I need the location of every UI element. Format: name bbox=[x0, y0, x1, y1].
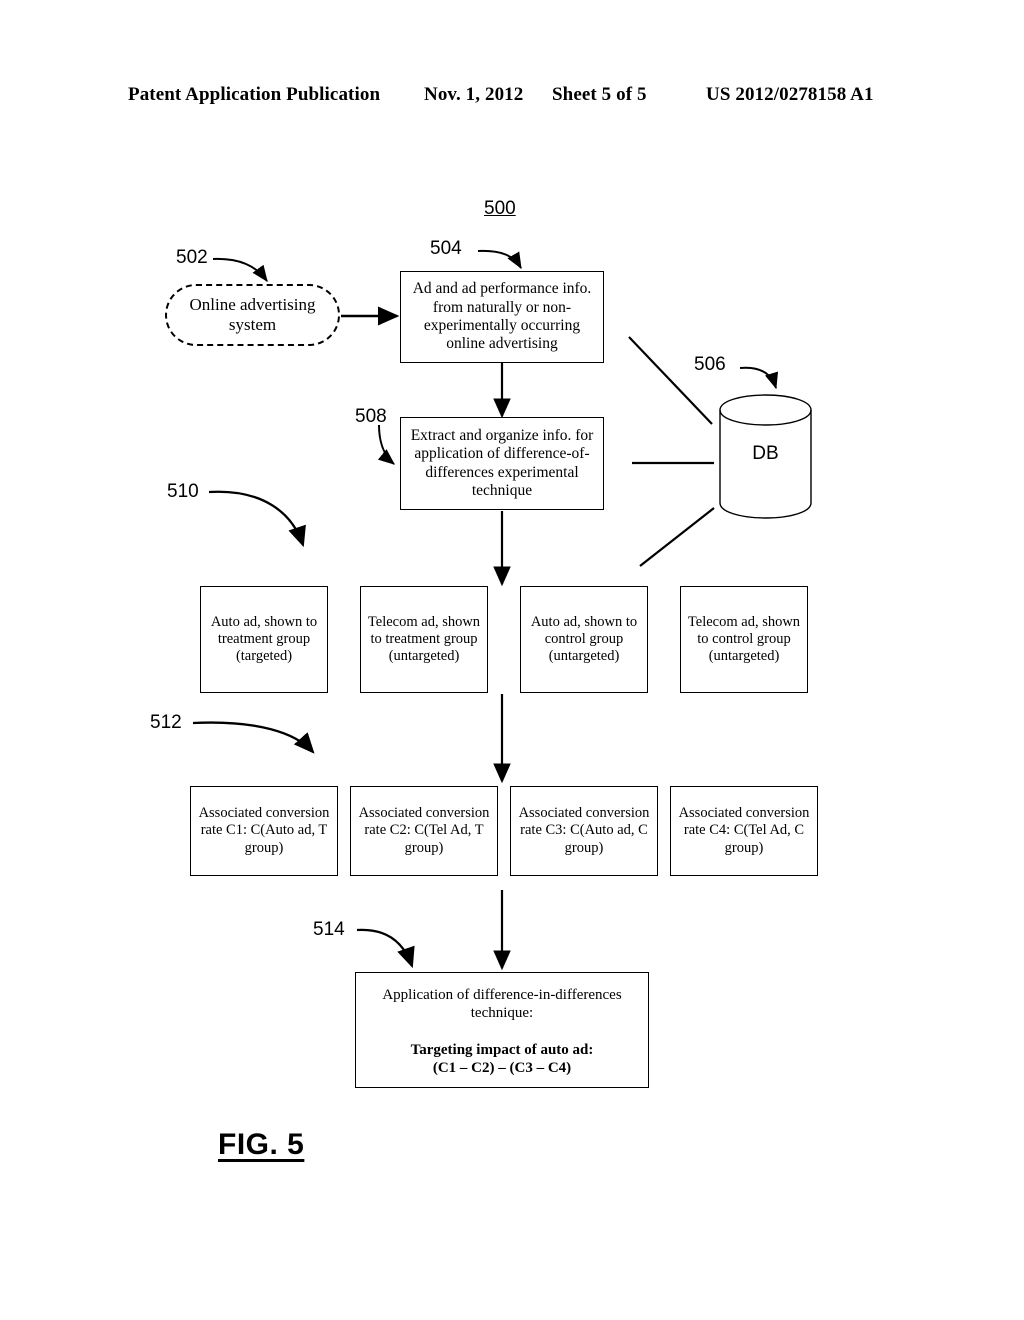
node-adgroup-auto-control-label: Auto ad, shown to control group (untarge… bbox=[530, 613, 638, 665]
node-adgroup-telecom-control-label: Telecom ad, shown to control group (unta… bbox=[687, 613, 801, 665]
connector-504-to-db bbox=[628, 336, 713, 425]
result-technique-line: Application of difference-in-differences… bbox=[382, 987, 622, 1021]
node-conversion-rate-c3-label: Associated conversion rate C3: C(Auto ad… bbox=[518, 805, 650, 856]
ref-label-500: 500 bbox=[484, 198, 516, 219]
node-conversion-rate-c4[interactable]: Associated conversion rate C4: C(Tel Ad,… bbox=[670, 786, 818, 876]
node-adgroup-auto-treatment-label: Auto ad, shown to treatment group (targe… bbox=[210, 613, 318, 665]
node-conversion-rate-c4-label: Associated conversion rate C4: C(Tel Ad,… bbox=[678, 805, 810, 856]
node-difference-in-differences-result[interactable]: Application of difference-in-differences… bbox=[355, 972, 649, 1088]
node-adgroup-telecom-treatment[interactable]: Telecom ad, shown to treatment group (un… bbox=[360, 586, 488, 693]
node-database-cylinder[interactable]: DB bbox=[718, 393, 813, 520]
leader-arrow-510 bbox=[208, 490, 306, 548]
node-adgroup-auto-treatment[interactable]: Auto ad, shown to treatment group (targe… bbox=[200, 586, 328, 693]
node-extract-organize[interactable]: Extract and organize info. for applicati… bbox=[400, 417, 604, 510]
connector-db-to-adgroups bbox=[639, 507, 715, 567]
node-online-advertising-system-label: Online advertising system bbox=[189, 294, 316, 334]
node-database-label: DB bbox=[752, 443, 779, 464]
ref-label-512: 512 bbox=[150, 712, 182, 733]
node-conversion-rate-c1[interactable]: Associated conversion rate C1: C(Auto ad… bbox=[190, 786, 338, 876]
leader-arrow-502 bbox=[212, 257, 268, 282]
ref-label-506: 506 bbox=[694, 354, 726, 375]
ref-label-502: 502 bbox=[176, 247, 208, 268]
node-ad-performance-info-label: Ad and ad performance info. from natural… bbox=[412, 280, 592, 353]
figure-caption: FIG. 5 bbox=[218, 1128, 305, 1161]
node-adgroup-auto-control[interactable]: Auto ad, shown to control group (untarge… bbox=[520, 586, 648, 693]
node-conversion-rate-c1-label: Associated conversion rate C1: C(Auto ad… bbox=[198, 805, 330, 856]
figure-5-diagram: 500 502 504 506 508 510 512 514 Online a… bbox=[0, 0, 1024, 1320]
leader-arrow-508 bbox=[377, 424, 395, 465]
node-conversion-rate-c3[interactable]: Associated conversion rate C3: C(Auto ad… bbox=[510, 786, 658, 876]
result-targeting-impact-line: Targeting impact of auto ad: bbox=[410, 1042, 594, 1059]
leader-arrow-506 bbox=[739, 366, 779, 390]
node-conversion-rate-c2[interactable]: Associated conversion rate C2: C(Tel Ad,… bbox=[350, 786, 498, 876]
ref-label-510: 510 bbox=[167, 481, 199, 502]
ref-label-504: 504 bbox=[430, 238, 462, 259]
node-online-advertising-system[interactable]: Online advertising system bbox=[165, 284, 340, 346]
leader-arrow-512 bbox=[192, 721, 315, 754]
node-ad-performance-info[interactable]: Ad and ad performance info. from natural… bbox=[400, 271, 604, 363]
result-formula-line: (C1 – C2) – (C3 – C4) bbox=[432, 1060, 572, 1077]
ref-label-514: 514 bbox=[313, 919, 345, 940]
ref-label-508: 508 bbox=[355, 406, 387, 427]
node-adgroup-telecom-treatment-label: Telecom ad, shown to treatment group (un… bbox=[367, 613, 481, 665]
node-extract-organize-label: Extract and organize info. for applicati… bbox=[410, 426, 594, 499]
leader-arrow-504 bbox=[477, 249, 522, 270]
node-adgroup-telecom-control[interactable]: Telecom ad, shown to control group (unta… bbox=[680, 586, 808, 693]
leader-arrow-514 bbox=[356, 928, 415, 969]
node-conversion-rate-c2-label: Associated conversion rate C2: C(Tel Ad,… bbox=[358, 805, 490, 856]
